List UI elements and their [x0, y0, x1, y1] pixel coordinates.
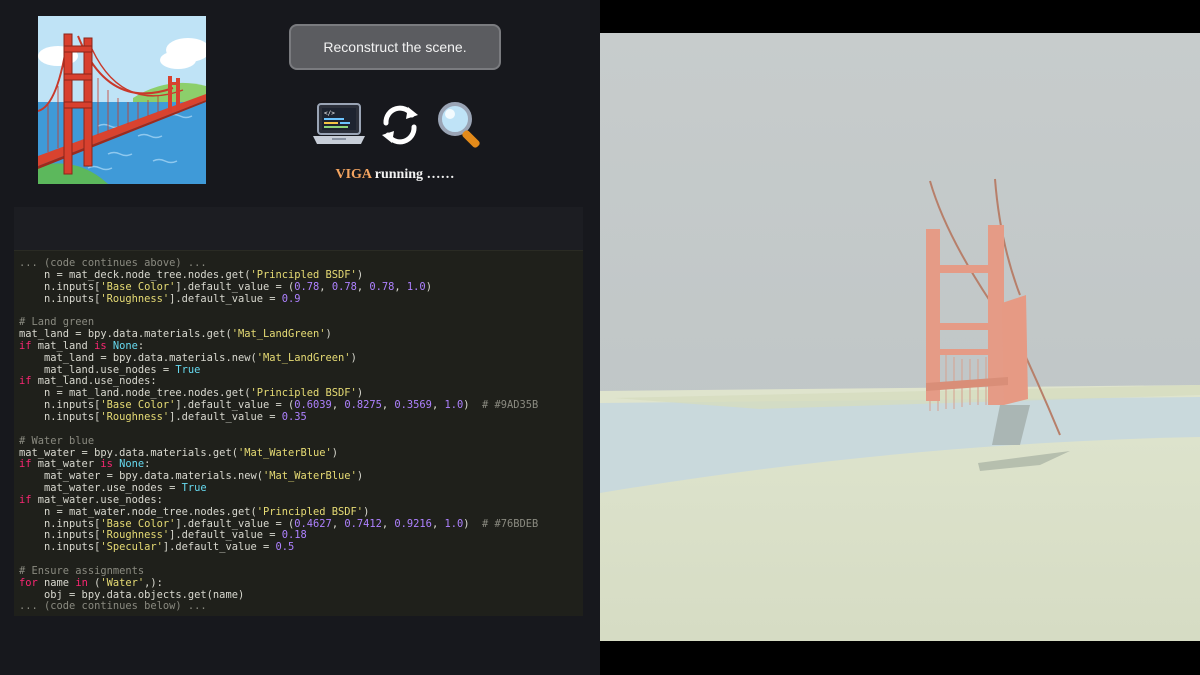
prompt-text: Reconstruct the scene.	[323, 39, 467, 55]
code-line: mat_land = bpy.data.materials.new('Mat_L…	[19, 351, 357, 364]
reference-image	[38, 16, 206, 184]
status-icons: </>	[312, 98, 488, 152]
code-line: ... (code continues below) ...	[19, 600, 207, 613]
code-line: n.inputs['Specular'].default_value = 0.5	[19, 541, 295, 554]
laptop-code-icon: </>	[312, 98, 366, 152]
status-text: running ……	[371, 167, 455, 182]
render-scene	[600, 33, 1200, 641]
app-canvas: Reconstruct the scene. </> VIGA running …	[0, 0, 1200, 675]
golden-gate-illustration	[38, 16, 206, 184]
agent-panel: Reconstruct the scene. </> VIGA running …	[0, 0, 600, 675]
prompt-bubble: Reconstruct the scene.	[289, 24, 501, 70]
code-line: n.inputs['Roughness'].default_value = 0.…	[19, 410, 307, 423]
3d-viewport[interactable]	[600, 33, 1200, 641]
magnifier-icon	[434, 98, 488, 152]
refresh-arrows-icon	[373, 98, 427, 152]
code-line: for name in ('Water',):	[19, 576, 163, 589]
code-viewer[interactable]: ... (code continues above) ... n = mat_d…	[14, 250, 583, 616]
svg-text:</>: </>	[324, 110, 335, 117]
render-panel	[600, 0, 1200, 675]
code-panel-header	[14, 207, 583, 250]
status-agent-name: VIGA	[335, 167, 372, 182]
code-line: n.inputs['Roughness'].default_value = 0.…	[19, 292, 301, 305]
status-line: VIGA running ……	[290, 167, 500, 183]
